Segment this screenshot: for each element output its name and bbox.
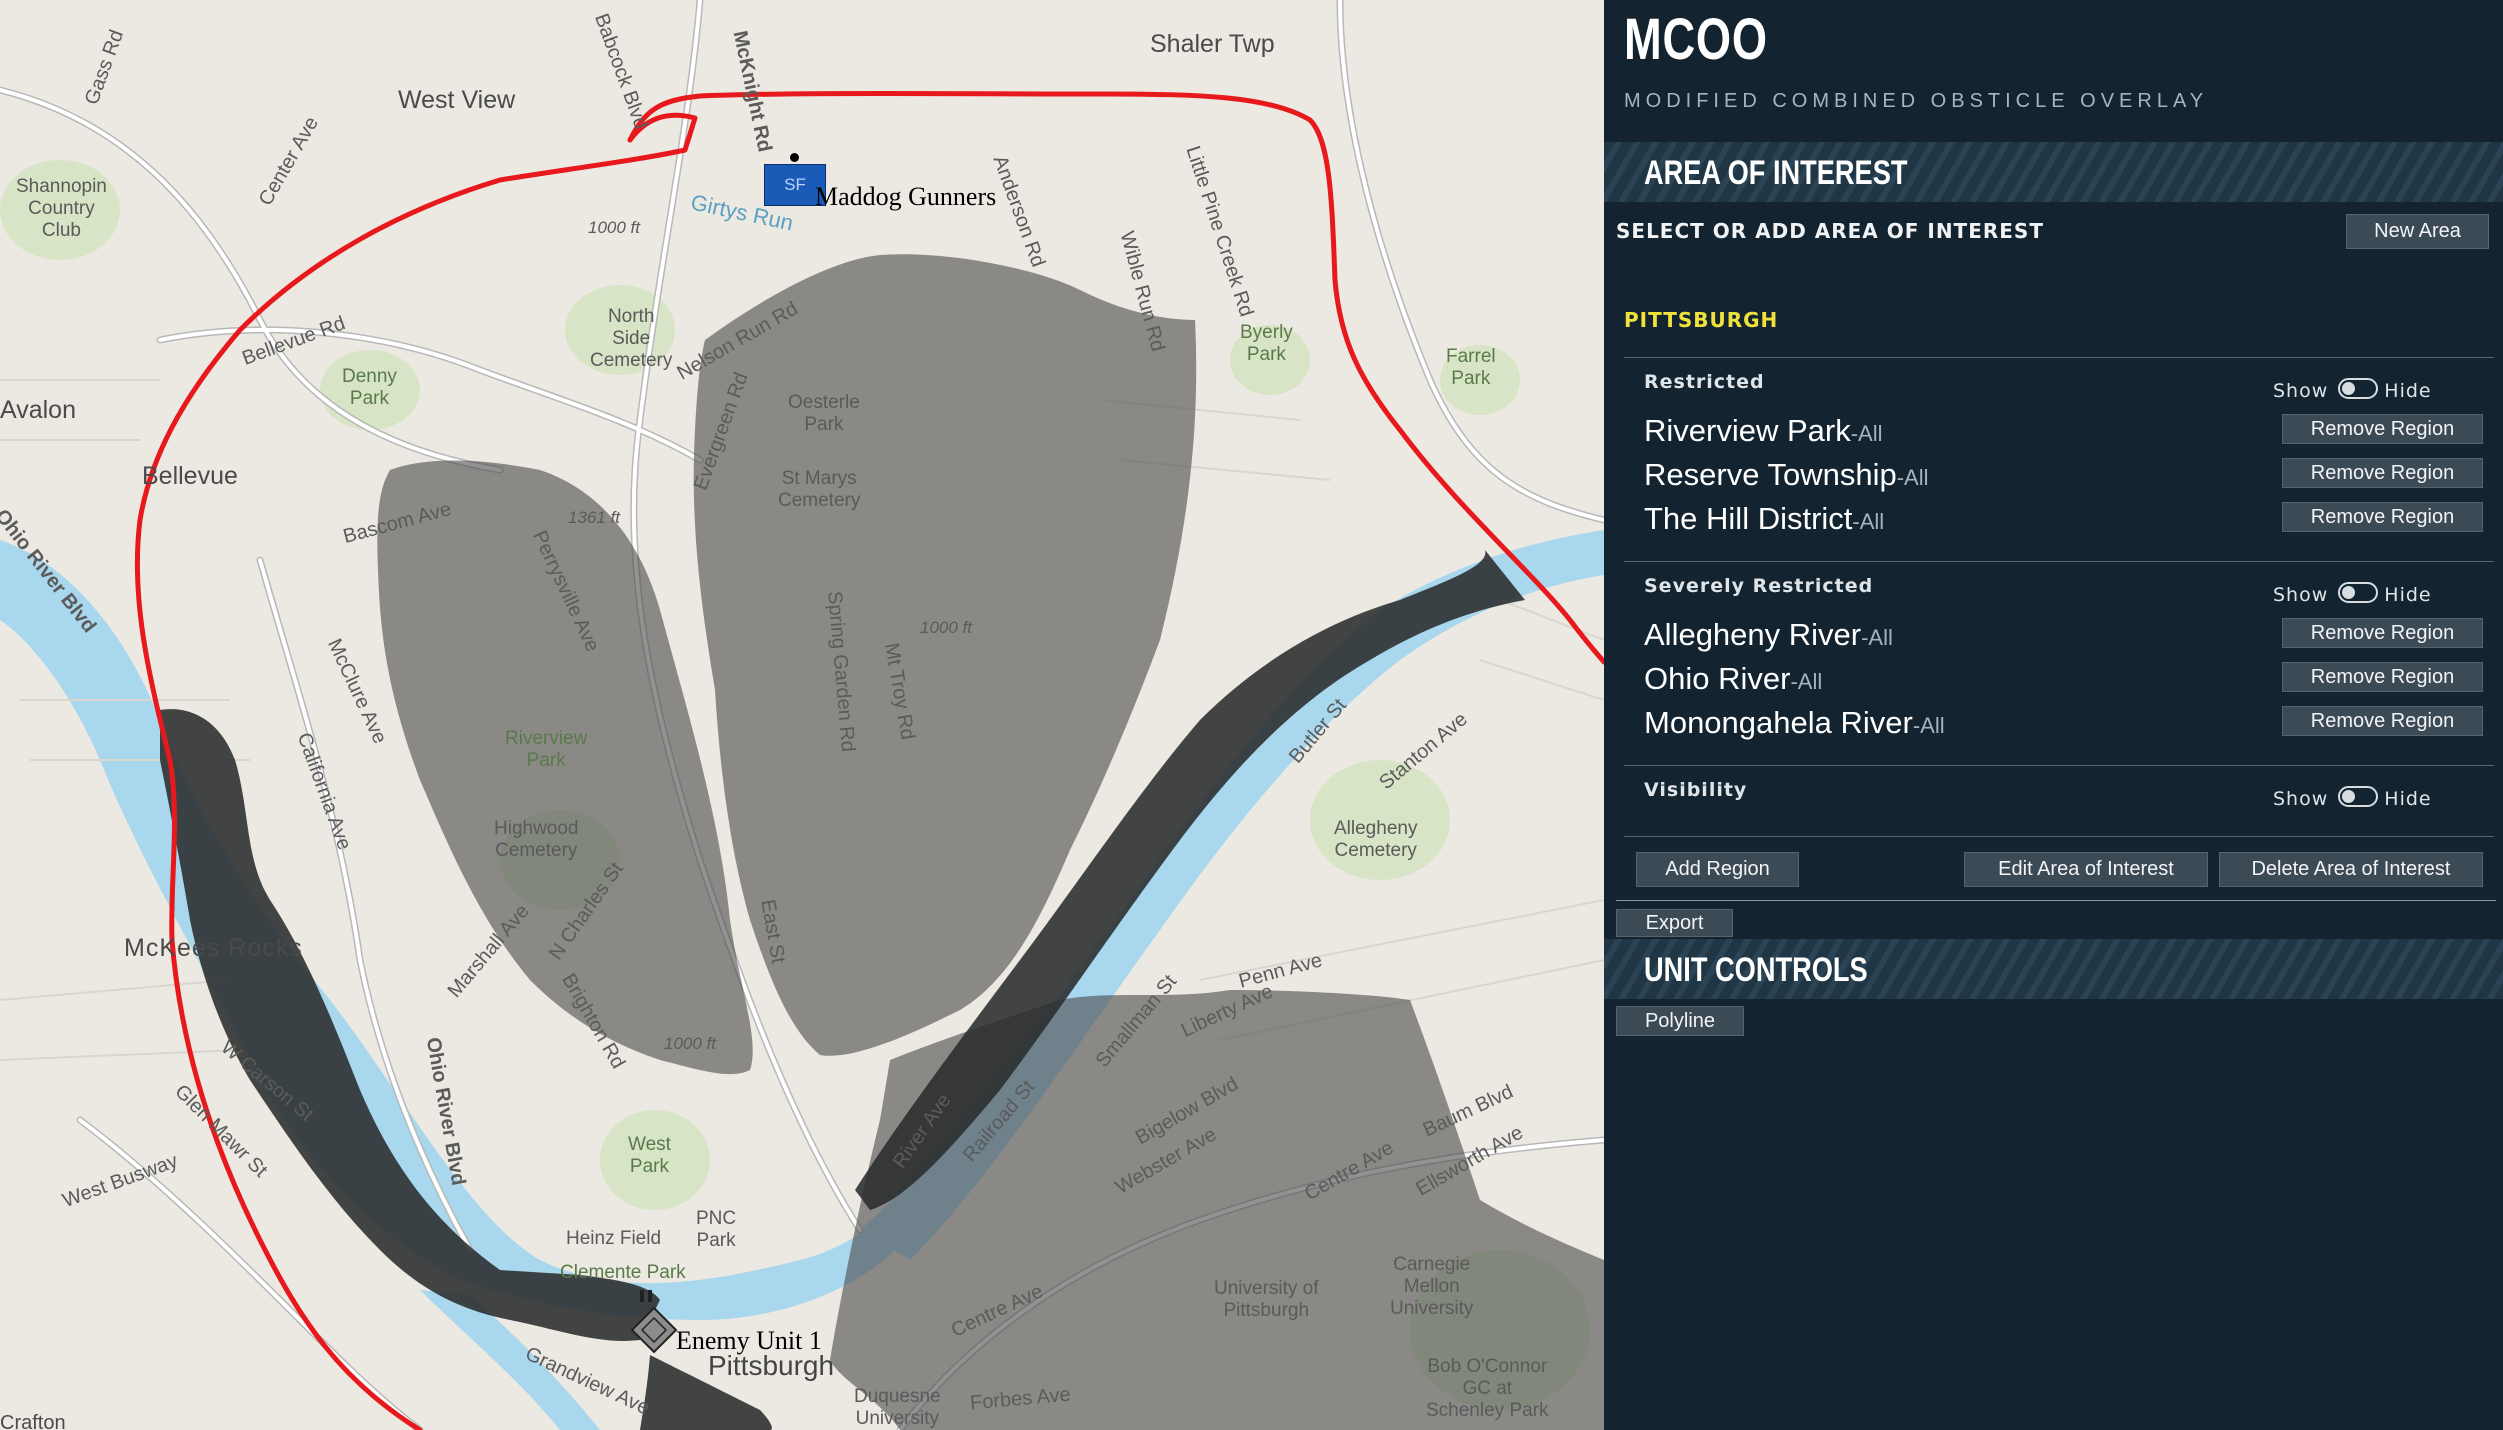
map-label-shannopin: Shannopin Country Club bbox=[16, 176, 107, 241]
map-basemap bbox=[0, 0, 1604, 1430]
show-label: Show bbox=[2273, 788, 2329, 810]
group-title-severely-restricted: Severely Restricted bbox=[1644, 575, 1874, 597]
toggle-switch[interactable] bbox=[2338, 378, 2379, 399]
map-label-riverview: Riverview Park bbox=[505, 728, 588, 771]
map-label-bob-oconnor: Bob O'Connor GC at Schenley Park bbox=[1426, 1356, 1549, 1421]
delete-area-button[interactable]: Delete Area of Interest bbox=[2219, 852, 2483, 887]
map-label-heinz: Heinz Field bbox=[566, 1228, 662, 1249]
region-name: The Hill District bbox=[1644, 501, 1853, 536]
severely-restricted-visibility-toggle[interactable]: Show Hide bbox=[2273, 582, 2432, 606]
divider bbox=[1616, 900, 2496, 901]
map-label-allegheny-cemetery: Allegheny Cemetery bbox=[1334, 818, 1418, 861]
region-name: Monongahela River bbox=[1644, 705, 1913, 740]
remove-region-button-allegheny[interactable]: Remove Region bbox=[2282, 618, 2483, 648]
map-label-northside: North Side Cemetery bbox=[590, 306, 673, 371]
map-view[interactable]: Shaler Twp West View Shannopin Country C… bbox=[0, 0, 1604, 1430]
region-row-hill-district: The Hill District-All bbox=[1644, 501, 1884, 537]
area-name[interactable]: PITTSBURGH bbox=[1624, 308, 1778, 332]
map-label-farrel: Farrel Park bbox=[1446, 346, 1496, 389]
map-label-stmarys: St Marys Cemetery bbox=[778, 468, 861, 511]
add-region-button[interactable]: Add Region bbox=[1636, 852, 1799, 887]
map-label-highwood: Highwood Cemetery bbox=[494, 818, 579, 861]
app-title: MCOO bbox=[1624, 7, 1768, 72]
region-suffix: -All bbox=[1852, 509, 1885, 534]
export-button[interactable]: Export bbox=[1616, 909, 1733, 937]
map-label-byerly: Byerly Park bbox=[1240, 322, 1293, 365]
hide-label: Hide bbox=[2384, 788, 2432, 810]
map-label-elev-2: 1361 ft bbox=[568, 508, 620, 527]
remove-region-button-reserve[interactable]: Remove Region bbox=[2282, 458, 2483, 488]
remove-region-button-ohio[interactable]: Remove Region bbox=[2282, 662, 2483, 692]
region-row-reserve: Reserve Township-All bbox=[1644, 457, 1929, 493]
friendly-unit-label: Maddog Gunners bbox=[815, 182, 997, 211]
region-suffix: -All bbox=[1790, 669, 1823, 694]
divider bbox=[1624, 765, 2494, 766]
remove-region-button-hill-district[interactable]: Remove Region bbox=[2282, 502, 2483, 532]
region-row-ohio: Ohio River-All bbox=[1644, 661, 1822, 697]
control-panel: MCOO MODIFIED COMBINED OBSTICLE OVERLAY … bbox=[1604, 0, 2503, 1430]
map-label-pnc: PNC Park bbox=[696, 1208, 737, 1251]
unit-controls-section-title: UNIT CONTROLS bbox=[1644, 951, 1868, 989]
map-label-avalon: Avalon bbox=[0, 396, 76, 424]
show-label: Show bbox=[2273, 584, 2329, 606]
map-label-clemente: Clemente Park bbox=[560, 1262, 686, 1283]
new-area-button[interactable]: New Area bbox=[2346, 214, 2489, 249]
polyline-button[interactable]: Polyline bbox=[1616, 1006, 1744, 1036]
region-name: Riverview Park bbox=[1644, 413, 1851, 448]
remove-region-button-monongahela[interactable]: Remove Region bbox=[2282, 706, 2483, 736]
aoi-section-header: AREA OF INTEREST bbox=[1604, 142, 2503, 202]
map-label-bellevue: Bellevue bbox=[142, 462, 238, 490]
map-label-elev-1: 1000 ft bbox=[588, 218, 640, 237]
map-label-duquesne: Duquesne University bbox=[854, 1386, 941, 1429]
edit-area-button[interactable]: Edit Area of Interest bbox=[1964, 852, 2208, 887]
restricted-visibility-toggle[interactable]: Show Hide bbox=[2273, 378, 2432, 402]
map-label-elev-4: 1000 ft bbox=[664, 1034, 716, 1053]
hide-label: Hide bbox=[2384, 584, 2432, 606]
region-suffix: -All bbox=[1861, 625, 1893, 650]
divider bbox=[1624, 561, 2494, 562]
map-label-denny: Denny Park bbox=[342, 366, 397, 409]
hide-label: Hide bbox=[2384, 380, 2432, 402]
region-suffix: -All bbox=[1850, 421, 1883, 446]
enemy-unit-label: Enemy Unit 1 bbox=[676, 1326, 822, 1355]
map-label-westpark: West Park bbox=[628, 1134, 671, 1177]
region-suffix: -All bbox=[1912, 713, 1945, 738]
show-label: Show bbox=[2273, 380, 2329, 402]
map-label-mckees: McKees Rocks bbox=[124, 934, 303, 962]
aoi-section-title: AREA OF INTEREST bbox=[1644, 154, 1908, 192]
divider bbox=[1624, 357, 2494, 358]
region-name: Reserve Township bbox=[1644, 457, 1897, 492]
remove-region-button-riverview[interactable]: Remove Region bbox=[2282, 414, 2483, 444]
region-row-allegheny: Allegheny River-All bbox=[1644, 617, 1893, 653]
divider bbox=[1624, 836, 2494, 837]
map-label-elev-3: 1000 ft bbox=[920, 618, 972, 637]
group-title-restricted: Restricted bbox=[1644, 371, 1765, 393]
toggle-switch[interactable] bbox=[2338, 582, 2379, 603]
map-label-shaler: Shaler Twp bbox=[1150, 30, 1275, 58]
group-title-visibility: Visibility bbox=[1644, 779, 1748, 801]
app-subtitle: MODIFIED COMBINED OBSTICLE OVERLAY bbox=[1624, 90, 2209, 112]
map-label-oesterle: Oesterle Park bbox=[788, 392, 860, 435]
region-row-monongahela: Monongahela River-All bbox=[1644, 705, 1945, 741]
friendly-unit-indicator bbox=[790, 153, 799, 162]
region-suffix: -All bbox=[1896, 465, 1929, 490]
visibility-toggle[interactable]: Show Hide bbox=[2273, 786, 2432, 810]
region-name: Ohio River bbox=[1644, 661, 1791, 696]
unit-controls-section-header: UNIT CONTROLS bbox=[1604, 939, 2503, 999]
select-area-label: SELECT OR ADD AREA OF INTEREST bbox=[1616, 219, 2044, 243]
region-name: Allegheny River bbox=[1644, 617, 1862, 652]
region-row-riverview: Riverview Park-All bbox=[1644, 413, 1883, 449]
map-label-cmu: Carnegie Mellon University bbox=[1390, 1254, 1474, 1319]
map-label-westview: West View bbox=[398, 86, 516, 114]
toggle-switch[interactable] bbox=[2338, 786, 2379, 807]
map-label-crafton: Crafton bbox=[0, 1412, 66, 1430]
map-label-upitt: University of Pittsburgh bbox=[1214, 1278, 1319, 1321]
